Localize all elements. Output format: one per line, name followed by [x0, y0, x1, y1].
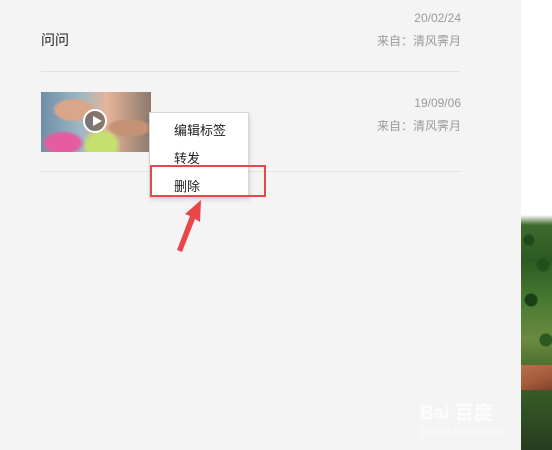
item-text: 问问 [41, 32, 69, 48]
item-source: 来自：清风霁月 [376, 34, 461, 48]
play-icon[interactable] [83, 109, 107, 133]
menu-item-edit-tags[interactable]: 编辑标签 [174, 120, 226, 139]
house-roof-image [521, 365, 552, 390]
list-item[interactable]: 问问 20/02/24 来自：清风霁月 [41, 0, 461, 72]
baidu-watermark: Bai 百度 jingyan.baidu.com [420, 398, 520, 438]
watermark-text: Bai 百度 [420, 403, 493, 424]
item-date: 20/02/24 [414, 11, 461, 25]
message-panel: 问问 20/02/24 来自：清风霁月 19/09/06 来自：清风霁月 编辑标… [0, 0, 521, 450]
item-source: 来自：清风霁月 [376, 119, 461, 133]
watermark-sub: jingyan.baidu.com [420, 427, 501, 438]
item-date: 19/09/06 [414, 96, 461, 110]
pointer-arrow-icon [177, 200, 201, 252]
delete-highlight-box [150, 165, 266, 197]
trees-image [521, 220, 552, 450]
